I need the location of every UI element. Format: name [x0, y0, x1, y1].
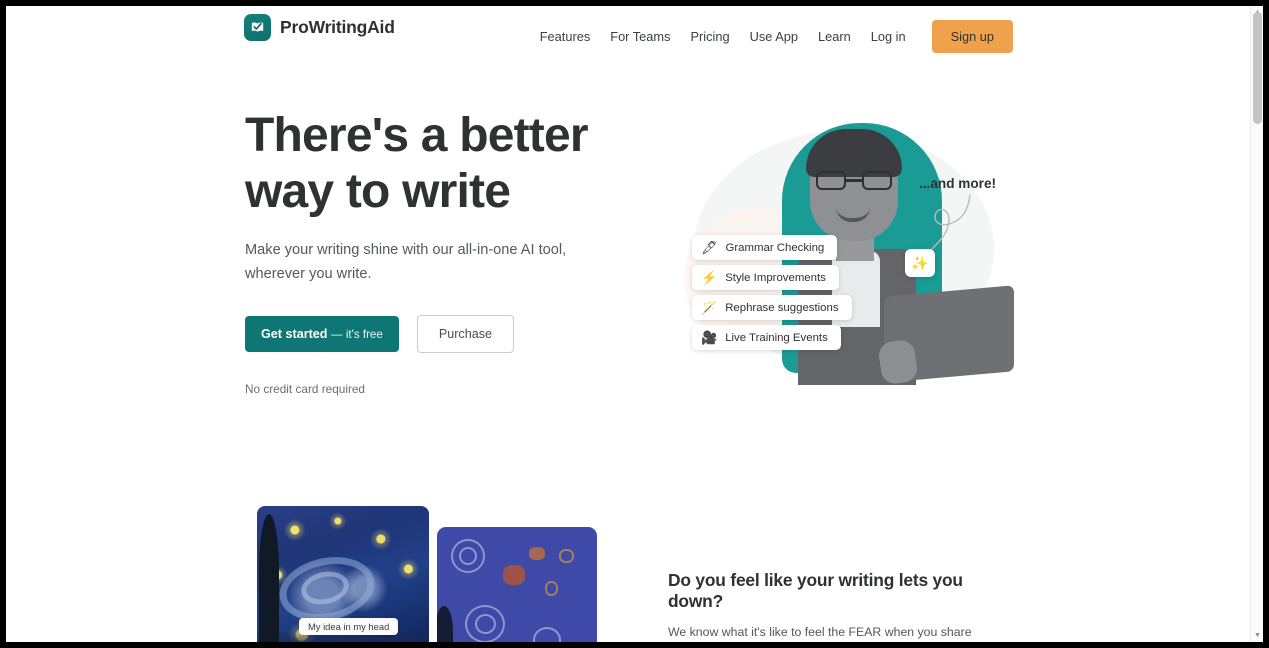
section2-title: Do you feel like your writing lets you d… — [668, 570, 963, 611]
brand-logo[interactable]: ProWritingAid — [244, 14, 395, 41]
nav-item-features[interactable]: Features — [530, 25, 601, 48]
paint-blotch — [529, 547, 545, 560]
feature-card-grammar-checking[interactable]: 🖋 Grammar Checking — [692, 235, 838, 260]
glasses-lens-right — [862, 171, 892, 190]
feature-card-rephrase-suggestions[interactable]: 🪄 Rephrase suggestions — [692, 295, 852, 320]
hero-subtitle: Make your writing shine with our all-in-… — [245, 242, 567, 282]
spiral-doodle-inner-icon — [459, 547, 477, 565]
nav-item-use-app[interactable]: Use App — [740, 25, 808, 48]
writing-lets-you-down-section: My idea in my head Do you feel like your… — [6, 478, 1257, 642]
lightning-bolt-icon: ⚡ — [701, 270, 718, 285]
hero-illustration: 🖋 Grammar Checking ⚡ Style Improvements … — [666, 113, 1036, 413]
spiral-doodle-icon — [533, 627, 561, 642]
get-started-label: Get started — [261, 327, 328, 342]
hero-title: There's a better way to write — [245, 109, 589, 218]
cypress-tree-shape — [259, 514, 279, 642]
movie-camera-icon: 🎥 — [701, 330, 718, 345]
scroll-down-arrow-icon[interactable]: ▼ — [1251, 629, 1263, 642]
purchase-button[interactable]: Purchase — [416, 315, 515, 354]
prowritingaid-logo-icon — [244, 14, 271, 41]
cypress-tree-shape — [437, 606, 453, 642]
starry-night-caption: My idea in my head — [299, 618, 399, 635]
scribble-doodle — [545, 581, 558, 596]
fountain-pen-icon: 🖋 — [701, 240, 718, 255]
site-header: ProWritingAid Features For Teams Pricing… — [6, 6, 1257, 58]
get-started-suffix: — it's free — [331, 328, 383, 342]
feature-card-style-improvements[interactable]: ⚡ Style Improvements — [692, 265, 839, 290]
feature-card-label: Style Improvements — [725, 271, 826, 284]
feature-card-live-training-events[interactable]: 🎥 Live Training Events — [692, 325, 841, 350]
brand-name: ProWritingAid — [280, 17, 395, 37]
scrollbar-thumb[interactable] — [1253, 12, 1262, 124]
scribble-doodle — [559, 549, 574, 563]
page-viewport: ProWritingAid Features For Teams Pricing… — [6, 6, 1263, 642]
nav-item-log-in[interactable]: Log in — [861, 25, 916, 48]
feature-card-label: Rephrase suggestions — [725, 301, 839, 314]
feature-card-label: Grammar Checking — [725, 241, 825, 254]
hero-section: There's a better way to write Make your … — [6, 58, 1257, 478]
glasses-icon — [816, 171, 892, 190]
sign-up-button[interactable]: Sign up — [931, 20, 1013, 53]
section2-illustration: My idea in my head — [251, 500, 601, 642]
page-scrollbar[interactable]: ▲ ▼ — [1250, 6, 1263, 642]
no-credit-card-note: No credit card required — [245, 382, 365, 397]
nav-item-for-teams[interactable]: For Teams — [600, 25, 680, 48]
sparkle-icon: ✨ — [911, 254, 929, 271]
glasses-lens-left — [816, 171, 846, 190]
magic-wand-icon: 🪄 — [701, 300, 718, 315]
section2-body: We know what it's like to feel the FEAR … — [668, 625, 972, 639]
paint-blotch — [503, 565, 525, 585]
person-hand — [877, 338, 919, 386]
get-started-button[interactable]: Get started — it's free — [245, 316, 399, 353]
sparkle-chip[interactable]: ✨ — [905, 249, 935, 277]
browser-frame: ProWritingAid Features For Teams Pricing… — [0, 0, 1269, 648]
main-navigation: Features For Teams Pricing Use App Learn… — [530, 20, 1013, 53]
doodle-panel — [437, 527, 597, 642]
nav-item-learn[interactable]: Learn — [808, 25, 861, 48]
section2-copy: Do you feel like your writing lets you d… — [668, 570, 1018, 642]
spiral-doodle-inner-icon — [475, 614, 496, 634]
hero-cta-group: Get started — it's free Purchase — [245, 315, 645, 354]
hero-copy: There's a better way to write Make your … — [245, 108, 645, 396]
feature-card-label: Live Training Events — [725, 331, 828, 344]
and-more-label: ...and more! — [919, 176, 997, 191]
nav-item-pricing[interactable]: Pricing — [680, 25, 739, 48]
glasses-bridge — [846, 179, 862, 182]
